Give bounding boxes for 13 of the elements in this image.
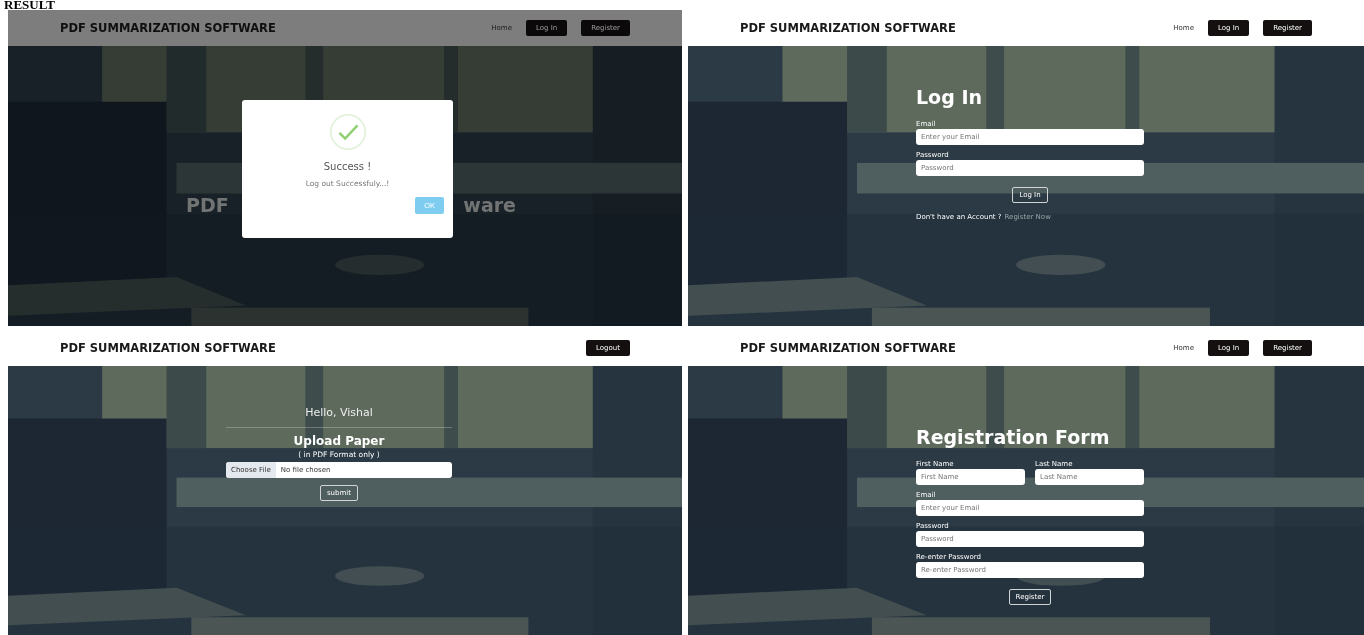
brand-title: PDF SUMMARIZATION SOFTWARE [60,341,276,355]
brand-title: PDF SUMMARIZATION SOFTWARE [740,21,956,35]
dialog-title: Success ! [323,161,372,172]
form-title: Log In [916,86,983,108]
brand-title: PDF SUMMARIZATION SOFTWARE [740,341,956,355]
upload-title: Upload Paper [293,434,385,448]
hero-title: ware [463,194,516,216]
hero-title: PDF [186,194,229,216]
page-heading: RESULT [3,0,56,10]
checkmark-icon [328,113,367,151]
form-title: Registration Form [916,426,1111,448]
greeting-text: Hello, Vishal [305,406,373,419]
brand-title: PDF SUMMARIZATION SOFTWARE [60,21,276,35]
